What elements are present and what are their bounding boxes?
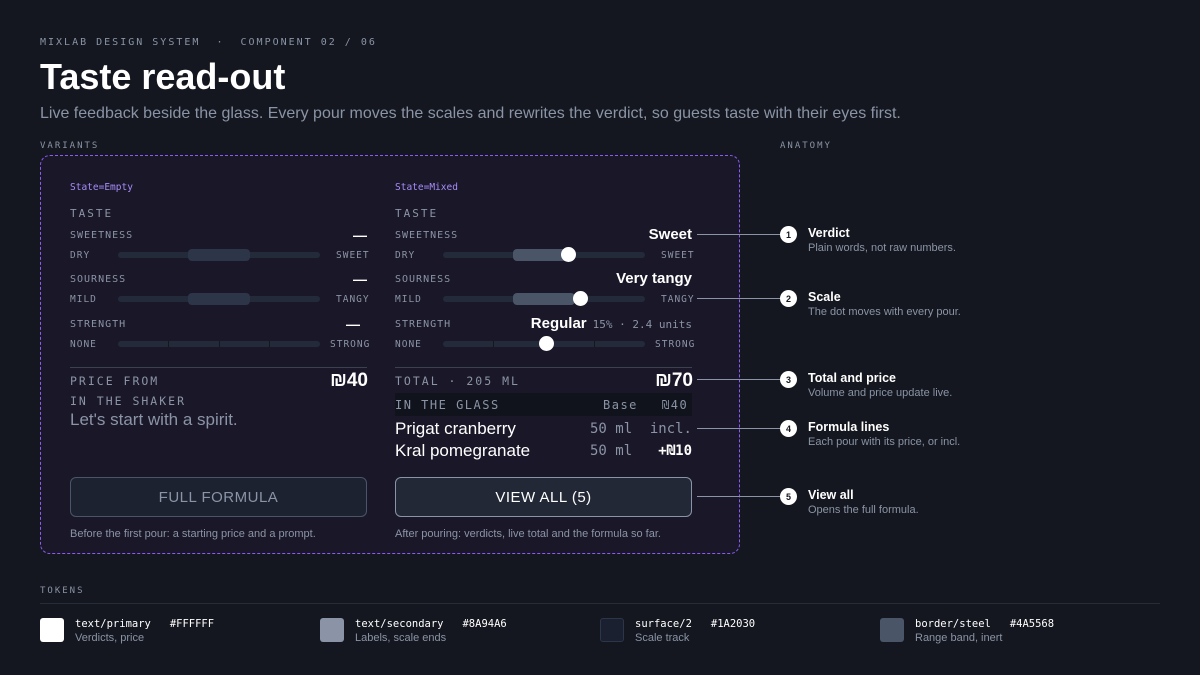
sweetness-label: SWEETNESS	[395, 230, 459, 241]
scale-right-label: SWEET	[336, 250, 370, 261]
formula-line-price: +₪10	[658, 443, 692, 459]
callout-title: Verdict	[808, 226, 850, 240]
page-title: Taste read-out	[40, 56, 286, 97]
track-tick	[493, 341, 494, 347]
empty-caption: Before the first pour: a starting price …	[70, 528, 316, 540]
callout-title: Total and price	[808, 371, 896, 385]
divider	[70, 367, 367, 368]
token-name: surface/2 #1A2030	[635, 618, 756, 630]
token-desc: Range band, inert	[915, 632, 1003, 644]
sweetness-verdict: Sweet	[648, 226, 692, 243]
callout-desc: Opens the full formula.	[808, 504, 919, 516]
price-value: ₪40	[330, 370, 368, 391]
token-desc: Verdicts, price	[75, 632, 145, 644]
eyebrow: MIXLAB DESIGN SYSTEM · COMPONENT 02 / 06	[40, 37, 377, 48]
callout-connector	[697, 496, 781, 497]
sourness-dot[interactable]	[572, 291, 588, 306]
view-all-button[interactable]: VIEW ALL (5)	[395, 477, 692, 517]
strength-verdict: —	[346, 316, 360, 332]
callout-number: 2	[780, 290, 797, 307]
callout-desc: Plain words, not raw numbers.	[808, 242, 956, 254]
base-price: ₪40	[662, 398, 689, 412]
total-price: ₪70	[655, 370, 693, 391]
callout-title: View all	[808, 488, 854, 502]
token-name: text/secondary #8A94A6	[355, 618, 507, 630]
sweetness-verdict: —	[353, 227, 367, 243]
sourness-verdict: Very tangy	[616, 270, 692, 287]
callout-number: 1	[780, 226, 797, 243]
taste-heading: TASTE	[70, 207, 114, 220]
price-from-label: PRICE FROM	[70, 374, 160, 388]
mixed-caption: After pouring: verdicts, live total and …	[395, 528, 661, 540]
strength-verdict: Regular	[530, 315, 587, 332]
token-swatch	[320, 618, 344, 642]
callout-number: 4	[780, 420, 797, 437]
sourness-verdict: —	[353, 271, 367, 287]
callout-desc: Volume and price update live.	[808, 387, 953, 399]
sweetness-range-band	[188, 249, 250, 261]
strength-verdict-group: Regular 15% · 2.4 units	[492, 315, 692, 332]
callout-number: 5	[780, 488, 797, 505]
sweetness-label: SWEETNESS	[70, 230, 134, 241]
token-desc: Scale track	[635, 632, 690, 644]
strength-meta: 15% · 2.4 units	[592, 318, 692, 331]
scale-left-label: NONE	[395, 339, 422, 350]
page-subtitle: Live feedback beside the glass. Every po…	[40, 105, 901, 122]
track-tick	[594, 341, 595, 347]
scale-right-label: STRONG	[655, 339, 696, 350]
track-tick	[168, 341, 169, 347]
scale-right-label: SWEET	[661, 250, 695, 261]
token-name: text/primary #FFFFFF	[75, 618, 215, 630]
sweetness-dot[interactable]	[560, 247, 576, 262]
token-swatch	[880, 618, 904, 642]
strength-label: STRENGTH	[395, 319, 452, 330]
callout-connector	[697, 234, 781, 235]
total-label: TOTAL · 205 ML	[395, 374, 520, 388]
in-the-glass-label: IN THE GLASS	[395, 398, 500, 412]
anatomy-label: ANATOMY	[780, 141, 832, 151]
scale-left-label: DRY	[395, 250, 416, 261]
callout-desc: Each pour with its price, or incl.	[808, 436, 961, 448]
taste-heading: TASTE	[395, 207, 439, 220]
strength-label: STRENGTH	[70, 319, 127, 330]
full-formula-button[interactable]: FULL FORMULA	[70, 477, 367, 517]
scale-left-label: MILD	[395, 294, 422, 305]
token-name: border/steel #4A5568	[915, 618, 1055, 630]
sourness-label: SOURNESS	[70, 274, 127, 285]
formula-line-name: Prigat cranberry	[395, 419, 516, 438]
strength-dot[interactable]	[538, 336, 554, 351]
formula-line-price: incl.	[649, 421, 692, 437]
callout-connector	[697, 298, 781, 299]
tokens-label: TOKENS	[40, 586, 85, 596]
sourness-range-band	[188, 293, 250, 305]
divider	[395, 367, 692, 368]
token-swatch	[600, 618, 624, 642]
callout-connector	[697, 379, 781, 380]
tokens-divider	[40, 603, 1160, 604]
callout-title: Formula lines	[808, 420, 890, 434]
track-tick	[219, 341, 220, 347]
state-empty-label: State=Empty	[70, 182, 133, 193]
in-the-shaker-label: IN THE SHAKER	[70, 394, 187, 408]
variants-label: VARIANTS	[40, 141, 100, 151]
empty-prompt: Let's start with a spirit.	[70, 410, 238, 429]
sourness-label: SOURNESS	[395, 274, 452, 285]
callout-number: 3	[780, 371, 797, 388]
scale-left-label: NONE	[70, 339, 97, 350]
callout-connector	[697, 428, 781, 429]
formula-line-name: Kral pomegranate	[395, 441, 531, 460]
sourness-range-band	[513, 293, 575, 305]
callout-title: Scale	[808, 290, 841, 304]
token-swatch	[40, 618, 64, 642]
state-mixed-label: State=Mixed	[395, 182, 458, 193]
base-label: Base	[603, 398, 638, 412]
track-tick	[269, 341, 270, 347]
token-desc: Labels, scale ends	[355, 632, 447, 644]
scale-left-label: MILD	[70, 294, 97, 305]
scale-left-label: DRY	[70, 250, 91, 261]
callout-desc: The dot moves with every pour.	[808, 306, 961, 318]
scale-right-label: STRONG	[330, 339, 371, 350]
scale-right-label: TANGY	[336, 294, 370, 305]
scale-right-label: TANGY	[661, 294, 695, 305]
